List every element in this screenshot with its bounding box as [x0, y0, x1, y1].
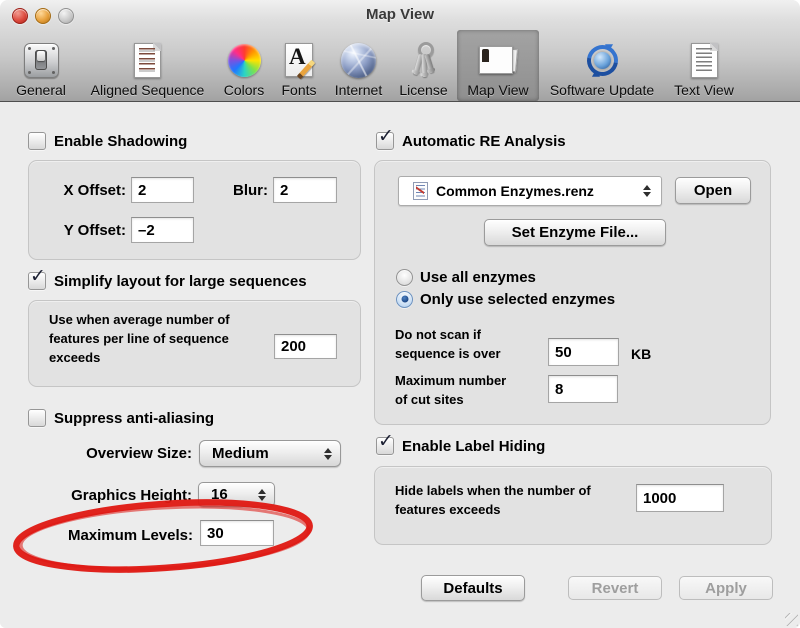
- toolbar-item-general[interactable]: General: [4, 30, 78, 101]
- toolbar-item-aligned-sequence[interactable]: Aligned Sequence: [82, 30, 213, 101]
- graphics-height-value: 16: [211, 486, 252, 503]
- cut-sites-label: Maximum number of cut sites: [395, 371, 506, 409]
- stepper-arrows-icon: [324, 448, 332, 460]
- overview-size-label: Overview Size:: [28, 445, 192, 462]
- toolbar-item-software-update[interactable]: Software Update: [543, 30, 661, 101]
- enable-label-hiding-row: Enable Label Hiding: [376, 437, 545, 455]
- label-hiding-group: Hide labels when the number of features …: [374, 466, 772, 545]
- simplify-layout-row: Simplify layout for large sequences: [28, 272, 307, 290]
- simplify-description: Use when average number of features per …: [49, 310, 274, 367]
- features-per-line-field[interactable]: [274, 334, 337, 359]
- apply-button[interactable]: Apply: [679, 576, 773, 600]
- toolbar-item-label: Map View: [467, 82, 528, 99]
- suppress-antialiasing-row: Suppress anti-aliasing: [28, 409, 214, 427]
- only-selected-enzymes-row: Only use selected enzymes: [396, 290, 615, 308]
- preferences-window: Map View General Aligned Sequence Colors…: [0, 0, 800, 628]
- toolbar-item-fonts[interactable]: A Fonts: [275, 30, 323, 101]
- stepper-arrows-icon: [643, 185, 651, 197]
- open-button[interactable]: Open: [675, 177, 751, 204]
- automatic-re-analysis-label: Automatic RE Analysis: [402, 133, 566, 150]
- suppress-antialiasing-checkbox[interactable]: [28, 409, 46, 427]
- window-title: Map View: [0, 6, 800, 23]
- stepper-arrows-icon: [258, 489, 266, 501]
- y-offset-field[interactable]: [131, 217, 194, 243]
- overview-size-popup[interactable]: Medium: [199, 440, 341, 467]
- toolbar-item-label: Text View: [674, 82, 734, 99]
- toolbar-item-internet[interactable]: Internet: [327, 30, 390, 101]
- toolbar-item-map-view[interactable]: Map View: [457, 30, 539, 101]
- defaults-button[interactable]: Defaults: [421, 575, 525, 601]
- toolbar: General Aligned Sequence Colors A Fonts …: [4, 30, 743, 101]
- toolbar-item-label: Colors: [224, 82, 264, 99]
- enable-label-hiding-checkbox[interactable]: [376, 437, 394, 455]
- overview-size-value: Medium: [212, 445, 318, 462]
- enzyme-file-value: Common Enzymes.renz: [436, 183, 637, 199]
- resize-grip[interactable]: [785, 613, 798, 626]
- enzyme-file-popup[interactable]: Common Enzymes.renz: [398, 176, 662, 206]
- blur-field[interactable]: [273, 177, 337, 203]
- toolbar-item-label: License: [399, 82, 447, 99]
- label-hiding-description: Hide labels when the number of features …: [395, 481, 591, 519]
- simplify-group: Use when average number of features per …: [28, 300, 361, 387]
- enable-label-hiding-label: Enable Label Hiding: [402, 438, 545, 455]
- enable-shadowing-checkbox[interactable]: [28, 132, 46, 150]
- toolbar-item-license[interactable]: License: [394, 30, 453, 101]
- toolbar-item-label: Software Update: [550, 82, 654, 99]
- set-enzyme-file-button[interactable]: Set Enzyme File...: [484, 219, 666, 246]
- only-selected-enzymes-label: Only use selected enzymes: [420, 291, 615, 308]
- scan-limit-unit: KB: [631, 346, 651, 362]
- toolbar-item-label: Internet: [335, 82, 382, 99]
- x-offset-label: X Offset:: [29, 182, 126, 199]
- title-bar: Map View: [0, 0, 800, 28]
- shadowing-group: X Offset: Blur: Y Offset:: [28, 160, 361, 260]
- update-arrows-icon: [584, 42, 621, 79]
- simplify-layout-checkbox[interactable]: [28, 272, 46, 290]
- re-analysis-group: Common Enzymes.renz Open Set Enzyme File…: [374, 160, 771, 425]
- toolbar-item-label: Fonts: [281, 82, 316, 99]
- toolbar-item-text-view[interactable]: Text View: [665, 30, 743, 101]
- simplify-layout-label: Simplify layout for large sequences: [54, 273, 307, 290]
- graphics-height-label: Graphics Height:: [28, 487, 192, 504]
- toolbar-item-label: General: [16, 82, 66, 99]
- blur-label: Blur:: [208, 182, 268, 199]
- preferences-content: Enable Shadowing X Offset: Blur: Y Offse…: [0, 102, 800, 628]
- use-all-enzymes-label: Use all enzymes: [420, 269, 536, 286]
- text-document-icon: [691, 43, 718, 78]
- window-chrome: Map View General Aligned Sequence Colors…: [0, 0, 800, 102]
- maximum-levels-field[interactable]: [200, 520, 274, 546]
- maximum-levels-label: Maximum Levels:: [28, 527, 193, 544]
- toolbar-item-label: Aligned Sequence: [91, 82, 205, 99]
- sequence-document-icon: [134, 43, 161, 78]
- use-all-enzymes-row: Use all enzymes: [396, 268, 536, 286]
- suppress-antialiasing-label: Suppress anti-aliasing: [54, 410, 214, 427]
- photos-icon: [479, 45, 517, 76]
- enable-shadowing-row: Enable Shadowing: [28, 132, 187, 150]
- globe-icon: [341, 43, 376, 78]
- font-pencil-icon: A: [285, 43, 313, 77]
- graphics-height-stepper[interactable]: 16: [198, 482, 275, 507]
- use-all-enzymes-radio[interactable]: [396, 269, 413, 286]
- renz-file-icon: [413, 182, 428, 200]
- automatic-re-analysis-row: Automatic RE Analysis: [376, 132, 566, 150]
- scan-limit-field[interactable]: [548, 338, 619, 366]
- revert-button[interactable]: Revert: [568, 576, 662, 600]
- switch-panel-icon: [24, 43, 59, 78]
- y-offset-label: Y Offset:: [29, 222, 126, 239]
- scan-limit-label: Do not scan if sequence is over: [395, 325, 501, 363]
- hide-labels-field[interactable]: [636, 484, 724, 512]
- automatic-re-analysis-checkbox[interactable]: [376, 132, 394, 150]
- cut-sites-field[interactable]: [548, 375, 618, 403]
- color-wheel-icon: [228, 44, 261, 77]
- only-selected-enzymes-radio[interactable]: [396, 291, 413, 308]
- enable-shadowing-label: Enable Shadowing: [54, 133, 187, 150]
- x-offset-field[interactable]: [131, 177, 194, 203]
- toolbar-item-colors[interactable]: Colors: [217, 30, 271, 101]
- keys-icon: [406, 41, 442, 79]
